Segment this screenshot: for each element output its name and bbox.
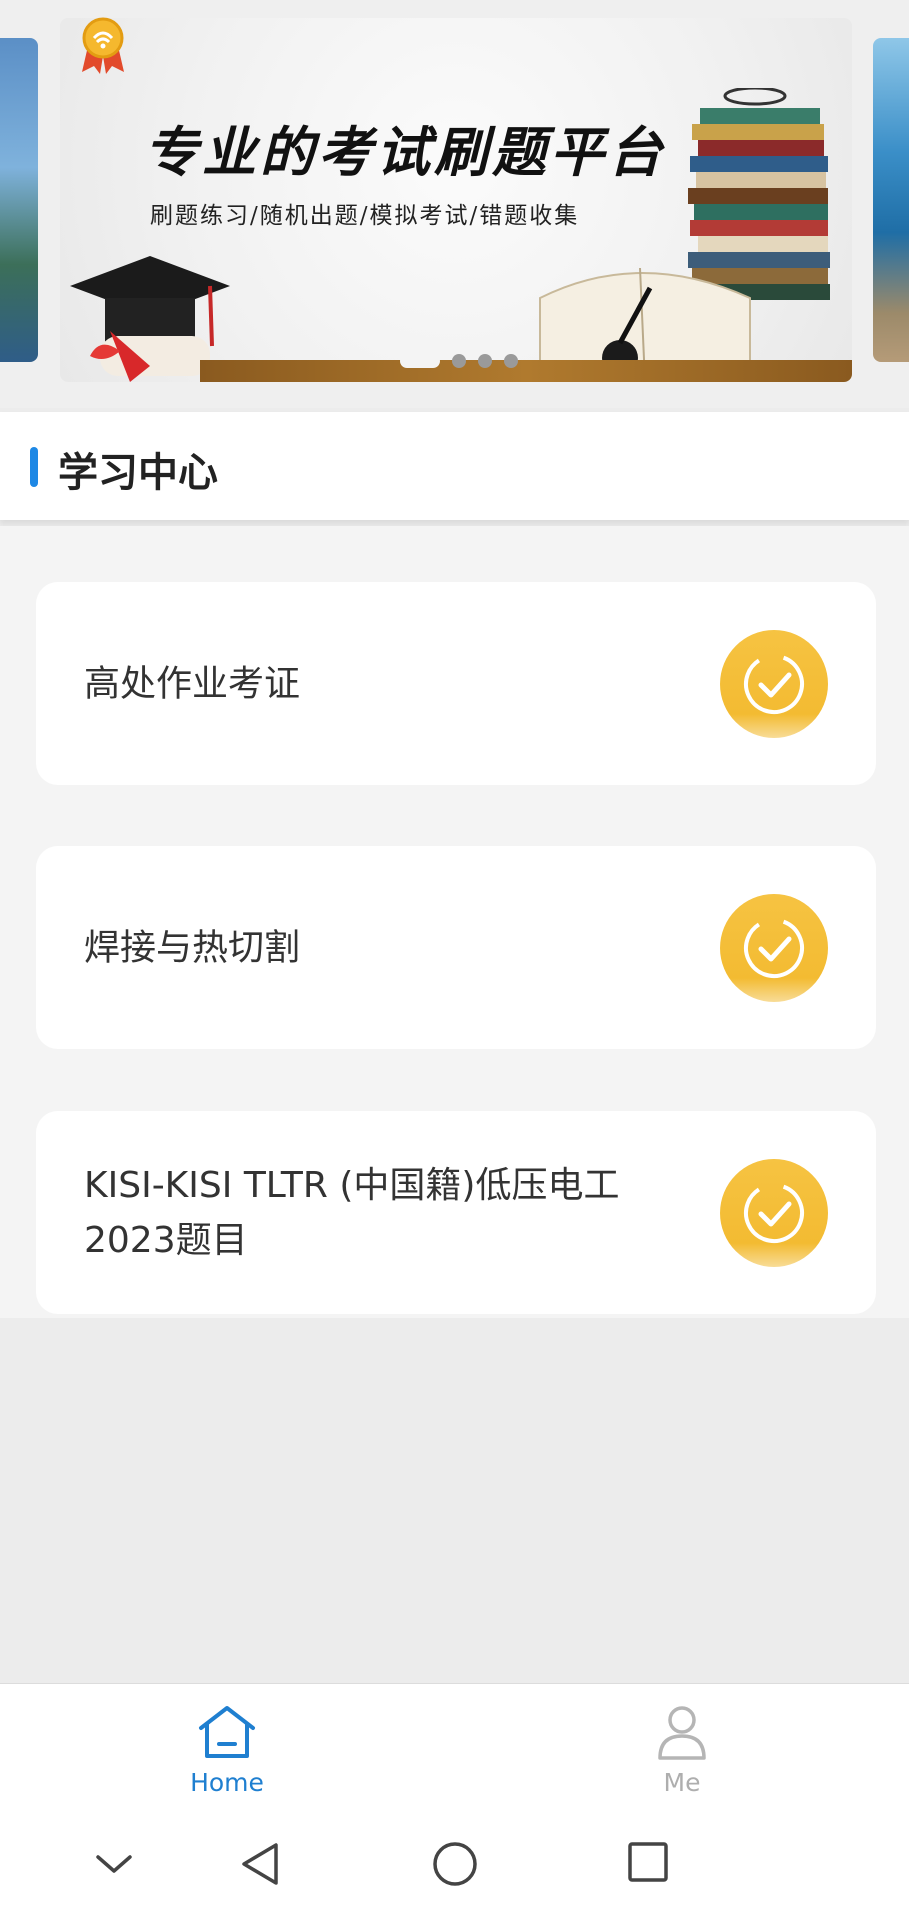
banner-desk-strip: [200, 360, 852, 382]
home-circle-icon[interactable]: [432, 1841, 478, 1887]
hide-keyboard-icon[interactable]: [94, 1853, 134, 1877]
tab-home-label: Home: [190, 1768, 264, 1797]
carousel-dot-active[interactable]: [400, 354, 440, 368]
home-icon: [199, 1706, 255, 1758]
next-banner-slide[interactable]: [873, 38, 909, 362]
section-title: 学习中心: [58, 450, 218, 496]
recents-icon[interactable]: [627, 1841, 669, 1883]
medal-icon: [82, 17, 124, 74]
course-list: 高处作业考证 焊接与热切割 KISI-KISI TLTR (中国籍)低压电工20…: [0, 526, 909, 1318]
person-icon: [658, 1706, 706, 1760]
course-card[interactable]: 焊接与热切割: [36, 846, 876, 1049]
course-title: KISI-KISI TLTR (中国籍)低压电工2023题目: [84, 1164, 620, 1261]
carousel-dot[interactable]: [478, 354, 492, 368]
tab-home[interactable]: Home: [147, 1702, 307, 1797]
previous-banner-slide[interactable]: [0, 38, 38, 362]
section-header: 学习中心: [0, 412, 909, 520]
tab-me[interactable]: Me: [602, 1702, 762, 1797]
carousel-pagination: [400, 354, 518, 368]
check-circle-icon[interactable]: [720, 893, 828, 1002]
check-circle-icon[interactable]: [720, 629, 828, 738]
course-title: 高处作业考证: [84, 663, 301, 704]
bottom-tab-bar: Home Me: [0, 1683, 909, 1803]
tab-me-label: Me: [663, 1768, 701, 1797]
banner-subtitle: 刷题练习/随机出题/模拟考试/错题收集: [150, 203, 580, 229]
system-navigation-bar: [0, 1803, 909, 1920]
banner-title: 专业的考试刷题平台: [144, 120, 666, 184]
carousel-dot[interactable]: [504, 354, 518, 368]
carousel-dot[interactable]: [452, 354, 466, 368]
section-accent-bar: [30, 447, 38, 487]
course-title: 焊接与热切割: [84, 927, 301, 968]
back-icon[interactable]: [238, 1841, 282, 1887]
banner-carousel[interactable]: 专业的考试刷题平台 刷题练习/随机出题/模拟考试/错题收集: [0, 0, 909, 408]
course-card[interactable]: 高处作业考证: [36, 582, 876, 785]
check-circle-icon[interactable]: [720, 1158, 828, 1267]
course-card[interactable]: KISI-KISI TLTR (中国籍)低压电工2023题目: [36, 1111, 876, 1314]
banner-slide[interactable]: 专业的考试刷题平台 刷题练习/随机出题/模拟考试/错题收集: [60, 18, 852, 382]
